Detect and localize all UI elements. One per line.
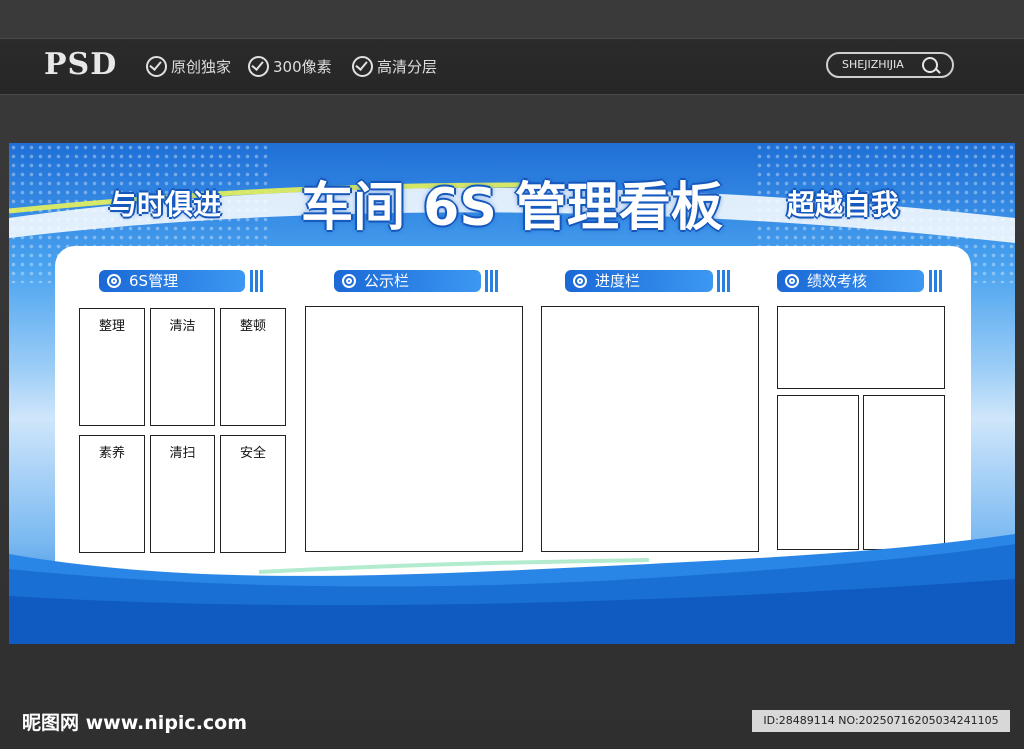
check-circle-icon — [248, 56, 269, 77]
notice-board-area — [305, 306, 523, 552]
search-label: SHEJIZHIJIA — [842, 58, 904, 71]
section-header-notice: 公示栏 — [334, 270, 481, 292]
site-watermark: 昵图网 www.nipic.com — [22, 712, 248, 734]
feature-label: 高清分层 — [377, 58, 438, 76]
feature-label: 300像素 — [273, 58, 332, 76]
bottom-wave — [9, 534, 1015, 644]
slogan-right: 超越自我 — [787, 188, 900, 221]
performance-left-area — [777, 395, 859, 550]
section-header-6s: 6S管理 — [99, 270, 245, 292]
progress-board-area — [541, 306, 759, 552]
cell-label: 清扫 — [169, 446, 196, 461]
management-board: 与时俱进 车间 6S 管理看板 超越自我 6S管理 公示栏 进度栏 绩效考核 整… — [9, 143, 1015, 644]
cell-seiri: 整理 — [79, 308, 145, 426]
cell-label: 整顿 — [239, 319, 266, 334]
cell-seiton: 整顿 — [220, 308, 286, 426]
stripe-decoration — [717, 270, 731, 292]
target-icon — [785, 274, 799, 288]
stripe-decoration — [929, 270, 943, 292]
target-icon — [107, 274, 121, 288]
section-title: 绩效考核 — [807, 272, 868, 290]
cell-label: 素养 — [98, 446, 125, 461]
target-icon — [342, 274, 356, 288]
top-banner: PSD 原创独家 300像素 高清分层 SHEJIZHIJIA — [0, 38, 1024, 95]
section-header-performance: 绩效考核 — [777, 270, 924, 292]
section-title: 公示栏 — [364, 272, 410, 290]
stripe-decoration — [250, 270, 264, 292]
search-button[interactable]: SHEJIZHIJIA — [826, 52, 954, 78]
check-circle-icon — [352, 56, 373, 77]
performance-top-area — [777, 306, 945, 389]
cell-label: 整理 — [98, 319, 125, 334]
feature-layers: 高清分层 — [352, 56, 437, 77]
section-header-progress: 进度栏 — [565, 270, 713, 292]
cell-seiso: 清洁 — [150, 308, 215, 426]
feature-resolution: 300像素 — [248, 56, 332, 77]
cell-label: 安全 — [239, 446, 266, 461]
psd-logo: PSD — [44, 47, 118, 82]
check-circle-icon — [146, 56, 167, 77]
stripe-decoration — [485, 270, 499, 292]
image-id-label: ID:28489114 NO:20250716205034241105 — [752, 710, 1010, 732]
section-title: 进度栏 — [595, 272, 641, 290]
feature-original: 原创独家 — [146, 56, 231, 77]
performance-right-area — [863, 395, 945, 550]
section-title: 6S管理 — [129, 272, 179, 290]
feature-label: 原创独家 — [171, 58, 232, 76]
target-icon — [573, 274, 587, 288]
search-icon — [922, 57, 938, 73]
cell-label: 清洁 — [169, 319, 196, 334]
